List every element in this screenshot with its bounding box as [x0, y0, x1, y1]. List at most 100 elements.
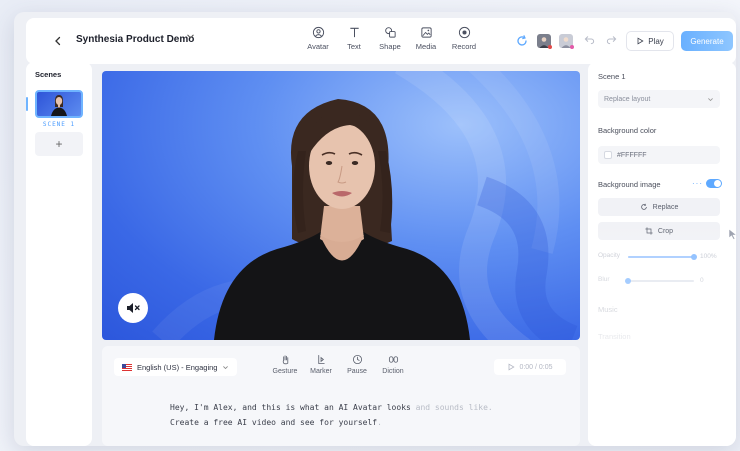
background-color-value: #FFFFFF — [617, 151, 647, 159]
play-button[interactable]: Play — [626, 31, 674, 51]
language-label: English (US) - Engaging — [137, 362, 218, 372]
music-label: Music — [598, 305, 618, 314]
marker-tool[interactable]: Marker — [304, 354, 338, 375]
tool-record[interactable]: Record — [444, 24, 484, 58]
avatar-presenter-image — [152, 71, 578, 340]
tool-shape[interactable]: Shape — [370, 24, 410, 58]
opacity-value: 100% — [700, 253, 717, 260]
color-swatch[interactable] — [604, 151, 612, 159]
opacity-label: Opacity — [598, 252, 621, 259]
scene-thumbnail-1[interactable] — [35, 90, 83, 118]
video-canvas[interactable] — [102, 71, 580, 340]
scene-label-1: SCENE 1 — [42, 121, 76, 128]
undo-icon — [584, 36, 595, 45]
time-readout: 0:00 / 0:05 — [519, 363, 553, 371]
generate-button[interactable]: Generate — [681, 31, 733, 51]
properties-panel: Scene 1 Replace layout Background color … — [588, 62, 736, 446]
redo-icon — [606, 36, 617, 45]
play-icon — [509, 363, 516, 371]
gesture-hand-icon — [282, 355, 288, 365]
blur-slider-handle[interactable] — [625, 278, 631, 284]
app-window: Synthesia Product Demo Avatar Text Shape… — [14, 12, 736, 446]
language-selector[interactable]: English (US) - Engaging — [114, 358, 238, 376]
replace-label: Replace — [652, 203, 679, 211]
text-icon — [349, 27, 359, 38]
crop-label: Crop — [657, 227, 674, 235]
gesture-label: Gesture — [272, 368, 298, 375]
speaker-muted-icon — [127, 303, 140, 313]
play-icon — [637, 37, 644, 45]
blur-slider[interactable] — [625, 278, 694, 284]
sync-icon — [517, 35, 527, 46]
redo-button[interactable] — [606, 34, 617, 48]
us-flag-icon — [122, 363, 132, 371]
gesture-tool[interactable]: Gesture — [268, 354, 302, 375]
tool-text-label: Text — [347, 42, 361, 51]
tool-text[interactable]: Text — [334, 24, 374, 58]
more-options-icon[interactable]: ··· — [692, 179, 703, 188]
replace-image-button[interactable]: Replace — [598, 198, 720, 216]
chevron-down-icon — [223, 365, 229, 369]
chevron-down-icon — [187, 34, 194, 39]
crop-image-button[interactable]: Crop — [598, 222, 720, 240]
opacity-slider[interactable] — [628, 254, 697, 260]
online-dot — [570, 45, 574, 49]
scenes-title: Scenes — [35, 70, 62, 79]
record-icon — [458, 26, 470, 39]
diction-label: Diction — [382, 368, 404, 375]
media-icon — [420, 27, 432, 38]
shape-icon — [384, 27, 396, 38]
tool-record-label: Record — [451, 42, 477, 51]
clock-icon — [352, 354, 362, 365]
marker-icon — [317, 354, 325, 365]
playback-time[interactable]: 0:00 / 0:05 — [494, 359, 566, 375]
script-text-editor[interactable]: Hey, I'm Alex, and this is what an AI Av… — [170, 400, 493, 430]
top-bar: Synthesia Product Demo Avatar Text Shape… — [26, 18, 736, 64]
replace-icon — [640, 203, 647, 210]
online-dot — [548, 45, 552, 49]
tool-shape-label: Shape — [379, 42, 401, 51]
marker-label: Marker — [310, 368, 332, 375]
pause-label: Pause — [347, 368, 367, 375]
background-image-toggle[interactable] — [706, 179, 722, 188]
tool-media-label: Media — [415, 42, 437, 51]
chevron-left-icon — [55, 36, 61, 46]
tool-media[interactable]: Media — [406, 24, 446, 58]
background-image-label: Background image — [598, 180, 661, 189]
back-button[interactable] — [48, 31, 68, 51]
scenes-panel: Scenes SCENE 1 + — [26, 62, 92, 446]
diction-tool[interactable]: Diction — [376, 354, 410, 375]
script-line-2: Create a free AI video and see for yours… — [170, 418, 382, 427]
add-scene-button[interactable]: + — [35, 132, 83, 156]
scene-title: Scene 1 — [598, 72, 626, 81]
play-button-label: Play — [648, 36, 664, 46]
opacity-slider-fill — [628, 256, 694, 258]
undo-button[interactable] — [584, 34, 595, 48]
transition-label: Transition — [598, 332, 631, 341]
blur-label: Blur — [598, 276, 610, 283]
diction-icon — [388, 356, 398, 363]
collaborator-avatar-1[interactable] — [537, 34, 552, 49]
crop-icon — [645, 227, 653, 235]
title-dropdown[interactable] — [186, 32, 195, 44]
chevron-down-icon — [708, 97, 713, 101]
tool-avatar-label: Avatar — [307, 42, 329, 51]
tool-avatar[interactable]: Avatar — [298, 24, 338, 58]
mute-button[interactable] — [118, 293, 148, 323]
replace-layout-label: Replace layout — [604, 95, 651, 103]
sync-status[interactable] — [515, 34, 529, 48]
avatar-thumbnail-image — [51, 95, 67, 116]
avatar-icon — [312, 26, 324, 39]
active-scene-marker — [26, 97, 28, 111]
script-line-1: Hey, I'm Alex, and this is what an AI Av… — [170, 403, 493, 412]
mouse-cursor-icon — [728, 228, 736, 240]
background-color-label: Background color — [598, 126, 657, 135]
project-title[interactable]: Synthesia Product Demo — [76, 34, 194, 45]
blur-value: 0 — [700, 277, 704, 284]
script-panel: English (US) - Engaging Gesture Marker P… — [102, 346, 580, 446]
opacity-slider-handle[interactable] — [691, 254, 697, 260]
replace-layout-select[interactable]: Replace layout — [598, 90, 720, 108]
background-color-field[interactable]: #FFFFFF — [598, 146, 720, 164]
pause-tool[interactable]: Pause — [340, 354, 374, 375]
collaborator-avatar-2[interactable] — [559, 34, 574, 49]
